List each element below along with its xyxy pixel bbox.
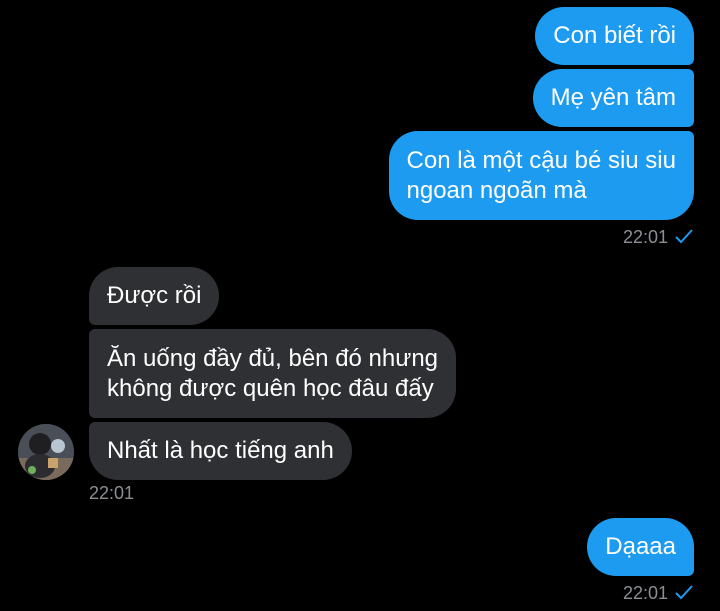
message-bubble-outgoing[interactable]: Mẹ yên tâm: [532, 69, 694, 127]
message-bubble-incoming[interactable]: Nhất là học tiếng anh: [89, 422, 352, 480]
message-text: Dạaaa: [605, 533, 676, 560]
message-text-line: ngoan ngoãn mà: [406, 177, 587, 204]
message-text-line: không được quên học đâu đấy: [107, 375, 434, 402]
timestamp: 22:01: [89, 483, 135, 503]
message-text: Được rồi: [107, 282, 202, 309]
message-text-line: Ăn uống đầy đủ, bên đó nhưng: [107, 345, 439, 372]
user-avatar[interactable]: [18, 424, 74, 480]
timestamp: 22:01: [622, 583, 668, 603]
message-bubble-outgoing[interactable]: Con là một cậu bé siu siu ngoan ngoãn mà: [388, 131, 694, 220]
message-bubble-incoming[interactable]: Ăn uống đầy đủ, bên đó nhưng không được …: [89, 329, 457, 418]
checkmark-icon: [674, 227, 694, 249]
message-bubble-incoming[interactable]: Được rồi: [89, 267, 220, 325]
message-timestamp-row: 22:01: [623, 226, 694, 249]
message-text: Mẹ yên tâm: [550, 84, 676, 111]
message-text: Nhất là học tiếng anh: [107, 437, 334, 464]
message-bubble-outgoing[interactable]: Dạaaa: [587, 518, 694, 576]
timestamp: 22:01: [622, 227, 668, 247]
message-timestamp-row: 22:01: [623, 582, 694, 605]
message-text: Con biết rồi: [553, 22, 676, 49]
checkmark-icon: [674, 583, 694, 605]
message-bubble-outgoing[interactable]: Con biết rồi: [535, 7, 694, 65]
message-text-line: Con là một cậu bé siu siu: [406, 147, 676, 174]
